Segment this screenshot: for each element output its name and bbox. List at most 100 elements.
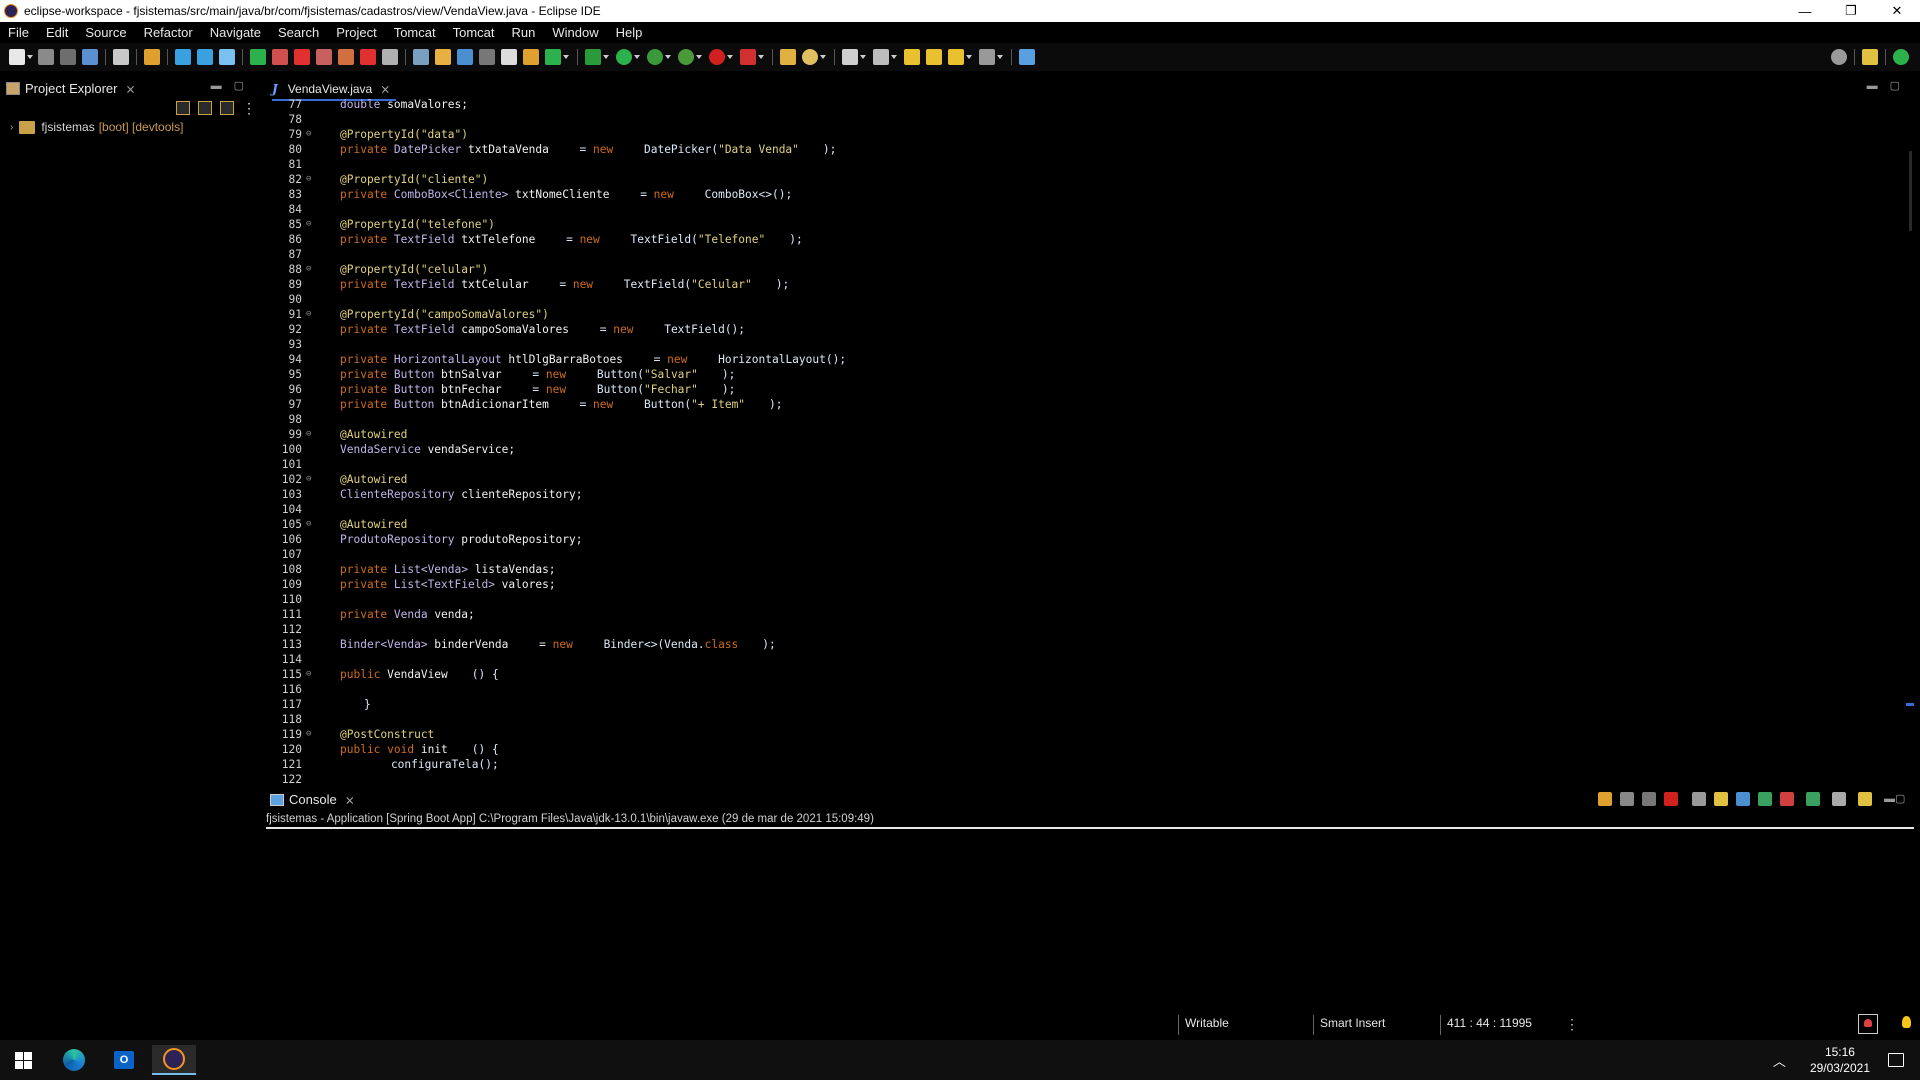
code-line[interactable]: 94 private HorizontalLayout htlDlgBarraBo… [266, 352, 1886, 367]
clock[interactable]: 15:16 29/03/2021 [1810, 1044, 1870, 1076]
mark-occurrences-icon[interactable] [435, 49, 451, 65]
word-wrap-icon[interactable] [1736, 792, 1750, 806]
forward-icon[interactable] [979, 49, 1003, 65]
server-restart-icon[interactable] [316, 49, 332, 65]
code-line[interactable]: 107 [266, 547, 1886, 562]
code-line[interactable]: 102 ⊖ @Autowired [266, 472, 1886, 487]
lightbulb-icon[interactable] [1902, 1016, 1911, 1028]
close-button[interactable]: ✕ [1874, 0, 1920, 22]
clear-console-icon[interactable] [1692, 792, 1706, 806]
hierarchy-icon[interactable] [197, 49, 213, 65]
link-with-editor-icon[interactable] [198, 101, 212, 115]
terminal-icon[interactable] [82, 49, 98, 65]
code-area[interactable]: 77 double somaValores; 78 79 ⊖ @PropertyId("d… [266, 97, 1886, 787]
code-line[interactable]: 88 ⊖ @PropertyId("celular") [266, 262, 1886, 277]
code-line[interactable]: 99 ⊖ @Autowired [266, 427, 1886, 442]
start-button[interactable] [5, 1045, 41, 1075]
code-line[interactable]: 104 [266, 502, 1886, 517]
view-menu-icon[interactable]: ⋮ [242, 101, 256, 115]
code-line[interactable]: 119 ⊖ @PostConstruct [266, 727, 1886, 742]
chevron-up-icon[interactable]: ︿ [1773, 1051, 1786, 1070]
remove-launch-icon[interactable] [1620, 792, 1634, 806]
coverage-icon[interactable] [647, 49, 671, 65]
previous-annotation-icon[interactable] [873, 49, 897, 65]
skip-breakpoints-icon[interactable] [113, 49, 129, 65]
back-icon[interactable] [948, 49, 972, 65]
code-line[interactable]: 80 private DatePicker txtDataVenda = new … [266, 142, 1886, 157]
console-minimize-maximize[interactable]: ▬▢ [1884, 792, 1905, 806]
code-line[interactable]: 110 [266, 592, 1886, 607]
menu-refactor[interactable]: Refactor [136, 25, 202, 40]
pin-editor-icon[interactable] [926, 49, 942, 65]
save-all-icon[interactable] [60, 49, 76, 65]
debug-icon[interactable] [585, 49, 609, 65]
code-line[interactable]: 113 Binder<Venda> binderVenda = new Binde… [266, 637, 1886, 652]
status-cursor-position[interactable]: 411 : 44 : 11995 [1440, 1015, 1557, 1035]
code-line[interactable]: 77 double somaValores; [266, 97, 1886, 112]
restore-button[interactable]: ❐ [1828, 0, 1874, 22]
code-line[interactable]: 114 [266, 652, 1886, 667]
new-spring-starter-icon[interactable] [545, 49, 569, 65]
menu-window[interactable]: Window [544, 25, 607, 40]
spring-boot-icon[interactable] [250, 49, 266, 65]
ruler-marker[interactable] [1906, 703, 1914, 706]
code-line[interactable]: 93 [266, 337, 1886, 352]
code-line[interactable]: 95 private Button btnSalvar = new Button(… [266, 367, 1886, 382]
code-line[interactable]: 90 [266, 292, 1886, 307]
refresh-icon[interactable] [144, 49, 160, 65]
code-line[interactable]: 121 configuraTela(); [266, 757, 1886, 772]
overview-ruler[interactable] [1909, 151, 1912, 231]
next-annotation-icon[interactable] [842, 49, 866, 65]
code-line[interactable]: 103 ClienteRepository clienteRepository; [266, 487, 1886, 502]
tomcat-restart-icon[interactable] [382, 49, 398, 65]
menu-file[interactable]: File [0, 25, 38, 40]
code-line[interactable]: 100 VendaService vendaService; [266, 442, 1886, 457]
code-line[interactable]: 91 ⊖ @PropertyId("campoSomaValores") [266, 307, 1886, 322]
status-menu-icon[interactable]: ⋮ [1565, 1016, 1579, 1033]
search-tool-icon[interactable] [802, 49, 826, 65]
taskbar-eclipse[interactable] [152, 1045, 196, 1075]
menu-help[interactable]: Help [608, 25, 652, 40]
menu-tomcat-2[interactable]: Tomcat [445, 25, 504, 40]
remove-all-icon[interactable] [1642, 792, 1656, 806]
code-line[interactable]: 108 private List<Venda> listaVendas; [266, 562, 1886, 577]
code-line[interactable]: 92 private TextField campoSomaValores = n… [266, 322, 1886, 337]
fold-toggle-icon[interactable]: ⊖ [306, 427, 316, 442]
show-on-stdout-icon[interactable] [1758, 792, 1772, 806]
taskbar-edge[interactable] [56, 1045, 92, 1075]
save-icon[interactable] [38, 49, 54, 65]
display-console-icon[interactable] [1832, 792, 1846, 806]
code-line[interactable]: 87 [266, 247, 1886, 262]
new-icon[interactable] [9, 49, 33, 65]
external-tools-icon[interactable] [678, 49, 702, 65]
status-insert-mode[interactable]: Smart Insert [1313, 1015, 1440, 1035]
scroll-lock-icon[interactable] [1714, 792, 1728, 806]
filter-icon[interactable] [220, 101, 234, 115]
code-line[interactable]: 101 [266, 457, 1886, 472]
stop-run-icon[interactable] [709, 49, 733, 65]
project-explorer-tab[interactable]: Project Explorer ⨯ [6, 81, 136, 96]
code-line[interactable]: 97 private Button btnAdicionarItem = new … [266, 397, 1886, 412]
last-edit-icon[interactable] [904, 49, 920, 65]
menu-navigate[interactable]: Navigate [202, 25, 270, 40]
tree-item-project[interactable]: › fjsistemas [boot] [devtools] [10, 120, 183, 134]
code-line[interactable]: 83 private ComboBox<Cliente> txtNomeClien… [266, 187, 1886, 202]
code-line[interactable]: 98 [266, 412, 1886, 427]
deploy-icon[interactable] [219, 49, 235, 65]
fold-toggle-icon[interactable]: ⊖ [306, 472, 316, 487]
minimize-button[interactable]: — [1782, 0, 1828, 22]
menu-edit[interactable]: Edit [38, 25, 77, 40]
view-minimize-maximize[interactable]: ▬▢ [211, 79, 256, 92]
code-line[interactable]: 84 [266, 202, 1886, 217]
code-line[interactable]: 105 ⊖ @Autowired [266, 517, 1886, 532]
server-start-icon[interactable] [272, 49, 288, 65]
notification-icon[interactable] [1858, 1014, 1878, 1034]
menu-search[interactable]: Search [270, 25, 328, 40]
close-icon[interactable]: ⨯ [345, 793, 355, 807]
taskbar-outlook[interactable]: O [106, 1045, 142, 1075]
menu-run[interactable]: Run [504, 25, 545, 40]
code-line[interactable]: 118 [266, 712, 1886, 727]
code-line[interactable]: 106 ProdutoRepository produtoRepository; [266, 532, 1886, 547]
fold-toggle-icon[interactable]: ⊖ [306, 217, 316, 232]
editor-minimize-maximize[interactable]: ▬▢ [1867, 79, 1912, 92]
